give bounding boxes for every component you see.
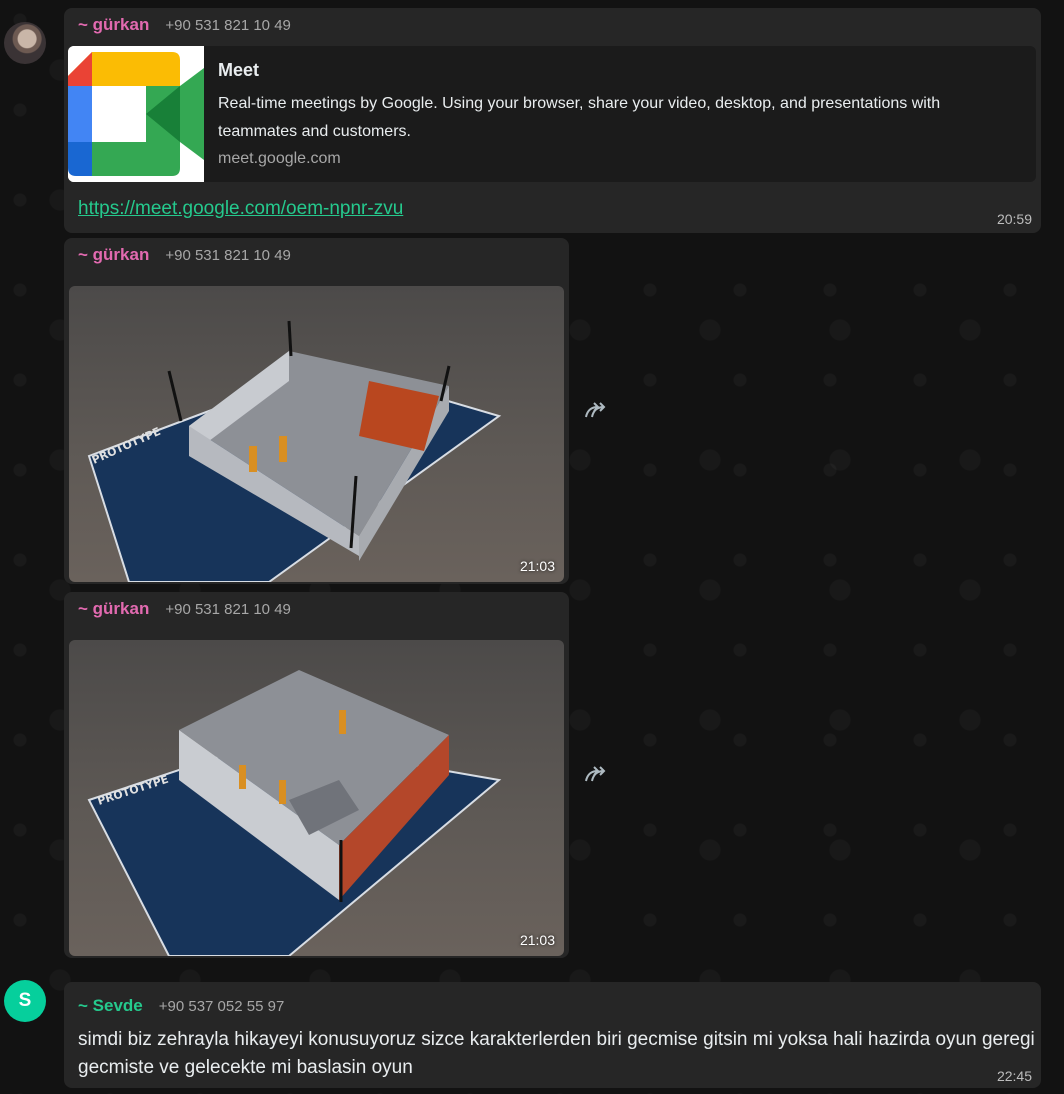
sender-header: ~ gürkan +90 531 821 10 49 [78,599,291,619]
sender-phone: +90 531 821 10 49 [165,601,291,618]
forward-icon[interactable] [582,760,612,790]
sender-name[interactable]: ~ Sevde [78,996,143,1016]
google-meet-logo-icon [68,46,204,182]
message-time: 21:03 [519,558,555,574]
preview-title: Meet [218,60,260,80]
preview-description: Real-time meetings by Google. Using your… [218,95,941,140]
shared-image[interactable]: PROTOTYPE 21:03 [69,640,564,956]
meeting-link[interactable]: https://meet.google.com/oem-npnr-zvu [78,198,403,220]
sender-header: ~ gürkan +90 531 821 10 49 [78,15,291,35]
sender-header: ~ Sevde +90 537 052 55 97 [78,996,284,1016]
message-bubble: ~ gürkan +90 531 821 10 49 Meet Real-tim… [64,8,1041,233]
sender-avatar[interactable]: S [4,980,46,1022]
shared-image[interactable]: PROTOTYPE 21:03 [69,286,564,582]
sender-header: ~ gürkan +90 531 821 10 49 [78,245,291,265]
message-bubble: ~ gürkan +90 531 821 10 49 PROTOTYPE 21:… [64,592,569,958]
sender-phone: +90 537 052 55 97 [158,998,285,1015]
forward-icon[interactable] [582,396,612,426]
preview-domain: meet.google.com [218,150,341,167]
sender-phone: +90 531 821 10 49 [165,17,291,34]
sender-avatar[interactable] [4,22,46,64]
sender-name[interactable]: ~ gürkan [78,245,149,265]
link-preview[interactable]: Meet Real-time meetings by Google. Using… [68,46,1036,182]
message-time: 21:03 [519,932,555,948]
message-bubble: ~ Sevde +90 537 052 55 97 simdi biz zehr… [64,982,1041,1088]
message-bubble: ~ gürkan +90 531 821 10 49 PROTOTYPE 21:… [64,238,569,584]
message-text: simdi biz zehrayla hikayeyi konusuyoruz … [78,1029,1035,1078]
message-time: 22:45 [996,1068,1032,1084]
message-time: 20:59 [996,211,1032,227]
sender-name[interactable]: ~ gürkan [78,599,149,619]
sender-phone: +90 531 821 10 49 [165,247,291,264]
sender-name[interactable]: ~ gürkan [78,15,149,35]
